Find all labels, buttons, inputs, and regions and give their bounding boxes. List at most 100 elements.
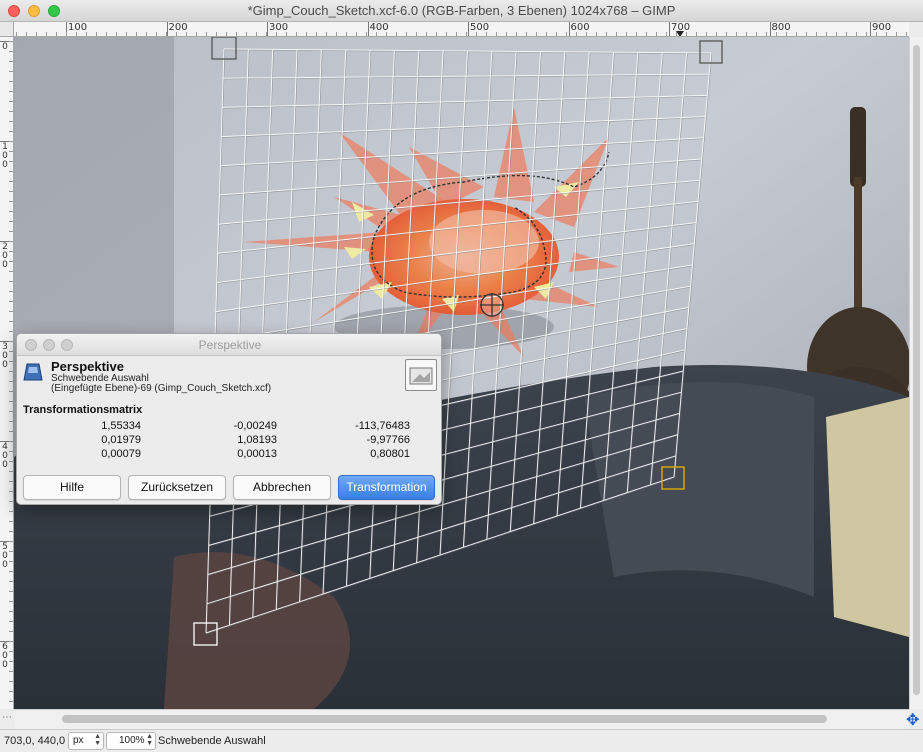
ruler-minor-tick (266, 32, 267, 36)
ruler-minor-tick (466, 32, 467, 36)
unit-selector[interactable]: px ▲ ▼ (68, 732, 104, 750)
zoom-selector[interactable]: 100% ▲ ▼ (106, 732, 156, 750)
ruler-minor-tick (9, 441, 13, 442)
ruler-minor-tick (9, 341, 13, 342)
ruler-minor-tick (9, 321, 13, 322)
ruler-minor-tick (9, 191, 13, 192)
ruler-minor-tick (236, 32, 237, 36)
ruler-minor-tick (9, 141, 13, 142)
ruler-minor-tick (746, 32, 747, 36)
ruler-minor-tick (9, 621, 13, 622)
perspective-tool-icon (23, 363, 43, 381)
gimp-window: *Gimp_Couch_Sketch.xcf-6.0 (RGB-Farben, … (0, 0, 923, 752)
ruler-label: 700 (671, 22, 691, 33)
ruler-minor-tick (716, 32, 717, 36)
ruler-minor-tick (9, 661, 13, 662)
ruler-major-tick (468, 22, 469, 36)
ruler-minor-tick (66, 32, 67, 36)
ruler-minor-tick (776, 32, 777, 36)
ruler-minor-tick (876, 32, 877, 36)
ruler-minor-tick (796, 32, 797, 36)
ruler-minor-tick (9, 641, 13, 642)
ruler-label: 6 0 0 (2, 642, 8, 670)
ruler-corner[interactable] (0, 22, 14, 37)
ruler-minor-tick (586, 32, 587, 36)
vertical-scroll-thumb[interactable] (913, 45, 920, 695)
couch-cushion (584, 382, 814, 597)
status-message: Schwebende Auswahl (158, 735, 266, 747)
ruler-minor-tick (906, 32, 907, 36)
horizontal-scroll-thumb[interactable] (62, 715, 827, 723)
ruler-minor-tick (376, 32, 377, 36)
ruler-minor-tick (9, 241, 13, 242)
ruler-minor-tick (246, 32, 247, 36)
horizontal-scrollbar[interactable] (14, 709, 909, 729)
ruler-minor-tick (9, 111, 13, 112)
ruler-label: 2 0 0 (2, 242, 8, 270)
pointer-coordinates: 703,0, 440,0 (4, 735, 66, 747)
ruler-minor-tick (56, 32, 57, 36)
cancel-button[interactable]: Abbrechen (233, 475, 331, 500)
ruler-minor-tick (9, 611, 13, 612)
ruler-minor-tick (356, 32, 357, 36)
quick-mask-icon[interactable]: ⋯ (2, 712, 12, 723)
ruler-minor-tick (706, 32, 707, 36)
ruler-minor-tick (9, 351, 13, 352)
ruler-minor-tick (9, 151, 13, 152)
ruler-minor-tick (116, 32, 117, 36)
ruler-minor-tick (9, 311, 13, 312)
ruler-label: 200 (168, 22, 188, 33)
ruler-minor-tick (126, 32, 127, 36)
help-button[interactable]: Hilfe (23, 475, 121, 500)
ruler-minor-tick (76, 32, 77, 36)
ruler-minor-tick (9, 631, 13, 632)
ruler-label: 900 (872, 22, 892, 33)
transformation-button[interactable]: Transformation (338, 475, 435, 500)
ruler-label: 100 (68, 22, 88, 33)
ruler-minor-tick (9, 391, 13, 392)
horizontal-ruler[interactable]: 100 200 300 400 500 600 700 800 900 (14, 22, 909, 37)
ruler-minor-tick (166, 32, 167, 36)
ruler-minor-tick (406, 32, 407, 36)
vertical-scrollbar[interactable] (909, 37, 923, 709)
ruler-minor-tick (9, 431, 13, 432)
dialog-title-bar[interactable]: Perspektive (17, 334, 441, 356)
ruler-label: 0 (2, 42, 8, 52)
ruler-minor-tick (9, 681, 13, 682)
ruler-minor-tick (626, 32, 627, 36)
ruler-minor-tick (886, 32, 887, 36)
ruler-minor-tick (826, 32, 827, 36)
ruler-minor-tick (9, 291, 13, 292)
matrix-cell: 0,80801 (370, 448, 410, 460)
ruler-minor-tick (606, 32, 607, 36)
window-title: *Gimp_Couch_Sketch.xcf-6.0 (RGB-Farben, … (247, 3, 676, 18)
ruler-minor-tick (156, 32, 157, 36)
ruler-minor-tick (296, 32, 297, 36)
dialog-heading: Perspektive (51, 359, 124, 374)
ruler-minor-tick (9, 121, 13, 122)
ruler-minor-tick (766, 32, 767, 36)
matrix-cell: 0,00013 (237, 448, 277, 460)
ruler-minor-tick (9, 231, 13, 232)
ruler-label: 5 0 0 (2, 542, 8, 570)
ruler-minor-tick (9, 131, 13, 132)
ruler-minor-tick (9, 471, 13, 472)
ruler-minor-tick (9, 331, 13, 332)
reset-button[interactable]: Zurücksetzen (128, 475, 226, 500)
matrix-cell: 0,01979 (101, 434, 141, 446)
ruler-minor-tick (9, 91, 13, 92)
vertical-ruler[interactable]: 0 1 0 0 2 0 0 3 0 0 4 0 0 5 0 0 6 0 0 (0, 37, 14, 709)
ruler-minor-tick (276, 32, 277, 36)
ruler-minor-tick (736, 32, 737, 36)
matrix-cell: 1,08193 (237, 434, 277, 446)
ruler-minor-tick (366, 32, 367, 36)
ruler-minor-tick (9, 571, 13, 572)
ruler-minor-tick (9, 531, 13, 532)
matrix-cell: -9,97766 (366, 434, 410, 446)
ruler-minor-tick (9, 301, 13, 302)
ruler-minor-tick (9, 491, 13, 492)
navigate-icon[interactable]: ✥ (906, 710, 919, 730)
unit-value: px (73, 735, 84, 746)
ruler-minor-tick (9, 511, 13, 512)
ruler-minor-tick (9, 171, 13, 172)
